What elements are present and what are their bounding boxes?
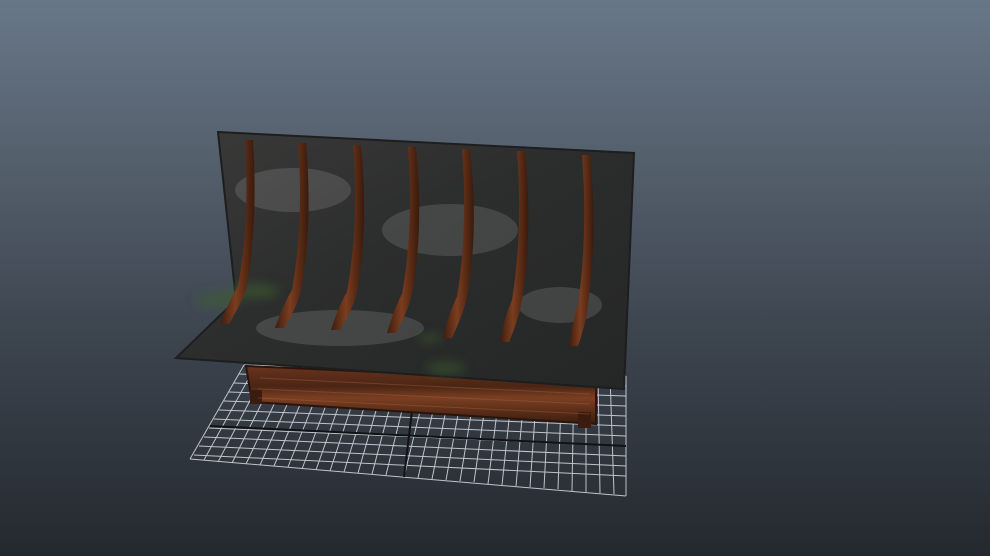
viewport-scene[interactable] bbox=[0, 0, 990, 556]
3d-viewport[interactable] bbox=[0, 0, 990, 556]
